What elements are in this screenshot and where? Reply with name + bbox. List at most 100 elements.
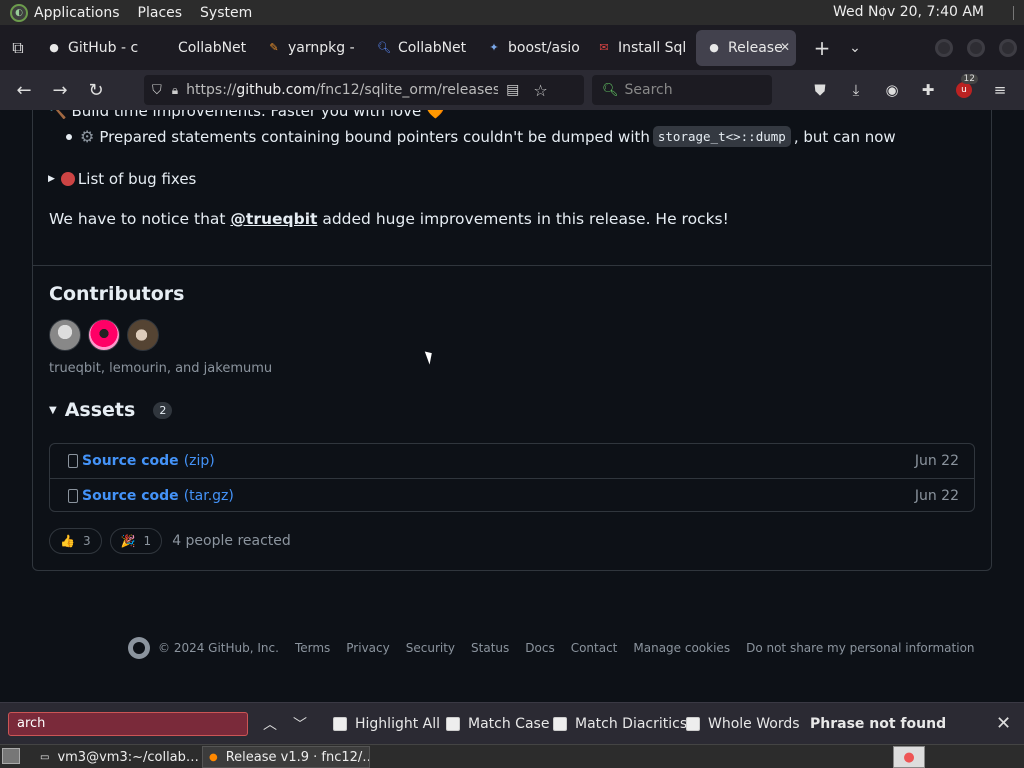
task-terminal[interactable]: ▭ vm3@vm3:~/collab… bbox=[34, 746, 198, 768]
bug-icon bbox=[60, 172, 75, 186]
tab-install-sql[interactable]: ✉ Install Sql bbox=[586, 30, 696, 66]
gnome-logo-icon: ◐ bbox=[10, 3, 28, 22]
find-status: Phrase not found bbox=[810, 716, 947, 732]
pocket-icon[interactable]: ⛊ bbox=[802, 74, 838, 106]
site-footer: © 2024 GitHub, Inc. Terms Privacy Securi… bbox=[128, 637, 975, 659]
find-previous-button[interactable]: ︿ bbox=[263, 714, 277, 734]
tab-boost[interactable]: ✦ boost/asio bbox=[476, 30, 586, 66]
reaction-tada-button[interactable]: 🎉 1 bbox=[109, 528, 163, 554]
assets-summary[interactable]: ▼ Assets 2 bbox=[49, 399, 173, 421]
download-icon[interactable]: ⤓ bbox=[838, 74, 874, 106]
checkbox-box[interactable] bbox=[333, 717, 347, 731]
bookmark-star-icon[interactable]: ☆ bbox=[533, 81, 547, 100]
reaction-thumbs-up-button[interactable]: 👍 3 bbox=[49, 528, 102, 554]
reactions-bar: 👍 3 🎉 1 4 people reacted bbox=[49, 528, 291, 554]
asset-ext[interactable]: (tar.gz) bbox=[184, 488, 234, 504]
tabs-list-icon: ⧉ bbox=[12, 37, 24, 57]
footer-link-manage-cookies[interactable]: Manage cookies bbox=[633, 641, 730, 655]
reload-button[interactable]: ↻ bbox=[78, 72, 114, 108]
whole-words-checkbox[interactable]: Whole Words bbox=[686, 716, 800, 732]
reader-view-icon[interactable]: ▤ bbox=[506, 82, 519, 98]
url-text[interactable]: https://github.com/fnc12/sqlite_orm/rele… bbox=[186, 82, 498, 98]
assets-count-badge: 2 bbox=[153, 401, 173, 419]
github-logo-icon[interactable] bbox=[128, 637, 150, 659]
close-tab-icon[interactable]: ✕ bbox=[780, 40, 790, 54]
tab-collabnet-search[interactable]: 🔍︎ CollabNet bbox=[366, 30, 476, 66]
checkbox-label: Highlight All bbox=[355, 716, 441, 732]
boost-icon: ✦ bbox=[489, 41, 499, 54]
contributor-names: trueqbit, lemourin, and jakemumu bbox=[49, 361, 273, 376]
extensions-icon[interactable]: ✚ bbox=[910, 74, 946, 106]
places-menu[interactable]: Places bbox=[138, 5, 183, 21]
inline-code: storage_t<>::dump bbox=[652, 126, 791, 147]
bullet-text: Prepared statements containing bound poi… bbox=[99, 127, 650, 146]
cut-off-bullet: 🔨 Build time improvements. Faster you wi… bbox=[48, 110, 445, 120]
avatar[interactable] bbox=[127, 319, 159, 351]
footer-link-do-not-share[interactable]: Do not share my personal information bbox=[746, 641, 974, 655]
bug-fixes-details[interactable]: ▶ List of bug fixes bbox=[48, 170, 196, 188]
footer-link-status[interactable]: Status bbox=[471, 641, 509, 655]
checkbox-box[interactable] bbox=[553, 717, 567, 731]
close-icon[interactable]: ✕ bbox=[996, 713, 1011, 734]
task-label: Release v1.9 · fnc12/… bbox=[225, 749, 370, 765]
find-next-button[interactable]: ﹀ bbox=[293, 714, 307, 734]
firefox-icon: ● bbox=[209, 751, 218, 763]
asset-ext[interactable]: (zip) bbox=[184, 453, 215, 469]
footer-link-privacy[interactable]: Privacy bbox=[346, 641, 389, 655]
checkbox-label: Match Diacritics bbox=[575, 716, 688, 732]
back-button[interactable]: ← bbox=[6, 72, 42, 108]
footer-link-contact[interactable]: Contact bbox=[571, 641, 618, 655]
system-menu[interactable]: System bbox=[200, 5, 252, 21]
thumbs-up-icon: 👍 bbox=[60, 534, 75, 548]
avatar[interactable] bbox=[49, 319, 81, 351]
disclosure-triangle-icon: ▼ bbox=[49, 404, 57, 416]
chevron-down-icon[interactable]: ⌄ bbox=[840, 40, 870, 56]
panel-separator bbox=[1013, 6, 1014, 20]
hamburger-menu-icon[interactable]: ≡ bbox=[982, 74, 1018, 106]
url-host: github.com bbox=[236, 82, 316, 98]
ublock-extension-button[interactable]: u 12 bbox=[946, 74, 982, 106]
url-bar[interactable]: ⛉ 🔒︎ https://github.com/fnc12/sqlite_orm… bbox=[144, 75, 584, 105]
checkbox-box[interactable] bbox=[446, 717, 460, 731]
show-desktop-button[interactable] bbox=[2, 748, 20, 764]
close-window-button[interactable] bbox=[999, 39, 1017, 57]
section-divider bbox=[33, 265, 991, 266]
tab-yarnpkg[interactable]: ✎ yarnpkg - bbox=[256, 30, 366, 66]
avatar[interactable] bbox=[88, 319, 120, 351]
task-firefox[interactable]: ● Release v1.9 · fnc12/… bbox=[202, 746, 370, 768]
checkbox-box[interactable] bbox=[686, 717, 700, 731]
minimize-button[interactable] bbox=[935, 39, 953, 57]
page-content: 🔨 Build time improvements. Faster you wi… bbox=[0, 110, 1024, 702]
clock[interactable]: Wed Nov 20, 7:40 AM bbox=[833, 4, 984, 20]
tab-label: boost/asio bbox=[508, 39, 580, 56]
forward-button[interactable]: → bbox=[42, 72, 78, 108]
tab-release[interactable]: ● Release ✕ bbox=[696, 29, 796, 66]
footer-link-terms[interactable]: Terms bbox=[295, 641, 330, 655]
highlight-all-checkbox[interactable]: Highlight All bbox=[333, 716, 440, 732]
match-diacritics-checkbox[interactable]: Match Diacritics bbox=[553, 716, 687, 732]
asset-link[interactable]: Source code bbox=[82, 453, 179, 469]
checkbox-label: Match Case bbox=[468, 716, 550, 732]
workspace-switcher[interactable]: ● bbox=[893, 746, 925, 768]
list-item[interactable]: Source code (tar.gz) Jun 22 bbox=[50, 478, 974, 512]
asset-link[interactable]: Source code bbox=[82, 488, 179, 504]
find-input[interactable]: arch bbox=[8, 712, 248, 736]
tab-collabnet[interactable]: CollabNet bbox=[146, 30, 256, 66]
account-icon[interactable]: ◉ bbox=[874, 74, 910, 106]
maximize-button[interactable] bbox=[967, 39, 985, 57]
applications-menu[interactable]: Applications bbox=[34, 5, 120, 21]
gmail-icon: ✉ bbox=[599, 41, 609, 54]
match-case-checkbox[interactable]: Match Case bbox=[446, 716, 549, 732]
list-all-tabs-button[interactable]: ⧉ bbox=[0, 25, 36, 70]
search-bar[interactable]: 🔍︎ Search bbox=[592, 75, 772, 105]
release-notice: We have to notice that @trueqbit added h… bbox=[49, 210, 729, 228]
footer-link-security[interactable]: Security bbox=[406, 641, 455, 655]
footer-link-docs[interactable]: Docs bbox=[525, 641, 554, 655]
tab-github[interactable]: ● GitHub - c bbox=[36, 30, 146, 66]
new-tab-button[interactable]: + bbox=[804, 36, 840, 60]
list-item[interactable]: Source code (zip) Jun 22 bbox=[50, 444, 974, 478]
navigation-bar: ← → ↻ ⛉ 🔒︎ https://github.com/fnc12/sqli… bbox=[0, 70, 1024, 110]
disclosure-triangle-icon: ▶ bbox=[48, 174, 55, 184]
user-mention-link[interactable]: @trueqbit bbox=[230, 210, 317, 228]
top-panel: ◐ Applications Places System Wed Nov 20,… bbox=[0, 0, 1024, 25]
